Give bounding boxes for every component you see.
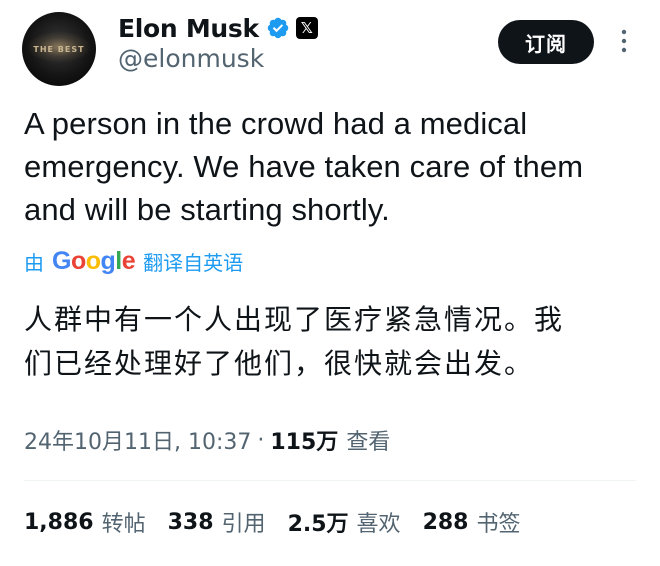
quotes-stat[interactable]: 338 引用 [168,506,266,538]
likes-stat[interactable]: 2.5万 喜欢 [288,506,401,538]
tweet-text-line: emergency. We have taken care of them [24,149,584,184]
more-options-icon[interactable] [614,26,634,56]
translated-by-label: 由 [24,250,44,275]
bookmarks-count: 288 [422,509,469,535]
translated-text: 人群中有一个人出现了医疗紧急情况。我 们已经处理好了他们，很快就会出发。 [24,298,636,386]
avatar[interactable]: THE BEST [22,12,96,86]
quotes-label: 引用 [221,512,266,537]
translated-text-line: 人群中有一个人出现了医疗紧急情况。我 [24,303,565,336]
subscribe-button[interactable]: 订阅 [498,20,594,64]
tweet-timestamp[interactable]: 24年10月11日, 10:37 [24,424,251,456]
author-handle[interactable]: @elonmusk [118,44,264,73]
tweet-meta: 24年10月11日, 10:37 · 115万 查看 [24,422,390,458]
reposts-label: 转帖 [101,512,146,537]
author-name-row: Elon Musk 𝕏 [118,10,318,46]
author-display-name[interactable]: Elon Musk [118,14,259,43]
likes-label: 喜欢 [356,512,401,537]
views-label: 查看 [346,430,391,455]
quotes-count: 338 [167,509,214,535]
views-count: 115万 [270,430,339,455]
tweet-text: A person in the crowd had a medical emer… [24,102,644,231]
tweet: THE BEST Elon Musk 𝕏 @elonmusk 订阅 A pers… [0,0,660,566]
verified-badge-icon[interactable] [266,16,290,40]
translated-from-label: 翻译自英语 [143,250,244,275]
x-affiliation-icon[interactable]: 𝕏 [295,17,318,39]
google-logo: Google [52,246,136,275]
meta-separator: · [257,427,265,453]
tweet-text-line: A person in the crowd had a medical [24,106,528,141]
bookmarks-stat[interactable]: 288 书签 [423,506,521,538]
divider [24,480,636,481]
reposts-count: 1,886 [24,509,94,535]
translation-attribution[interactable]: 由 Google 翻译自英语 [24,245,243,277]
tweet-text-line: and will be starting shortly. [24,192,390,227]
engagement-stats: 1,886 转帖 338 引用 2.5万 喜欢 288 书签 [24,504,543,540]
avatar-logo-text: THE BEST [33,45,85,54]
reposts-stat[interactable]: 1,886 转帖 [24,506,146,538]
likes-count: 2.5万 [287,512,349,537]
bookmarks-label: 书签 [476,512,521,537]
translated-text-line: 们已经处理好了他们，很快就会出发。 [24,347,535,380]
